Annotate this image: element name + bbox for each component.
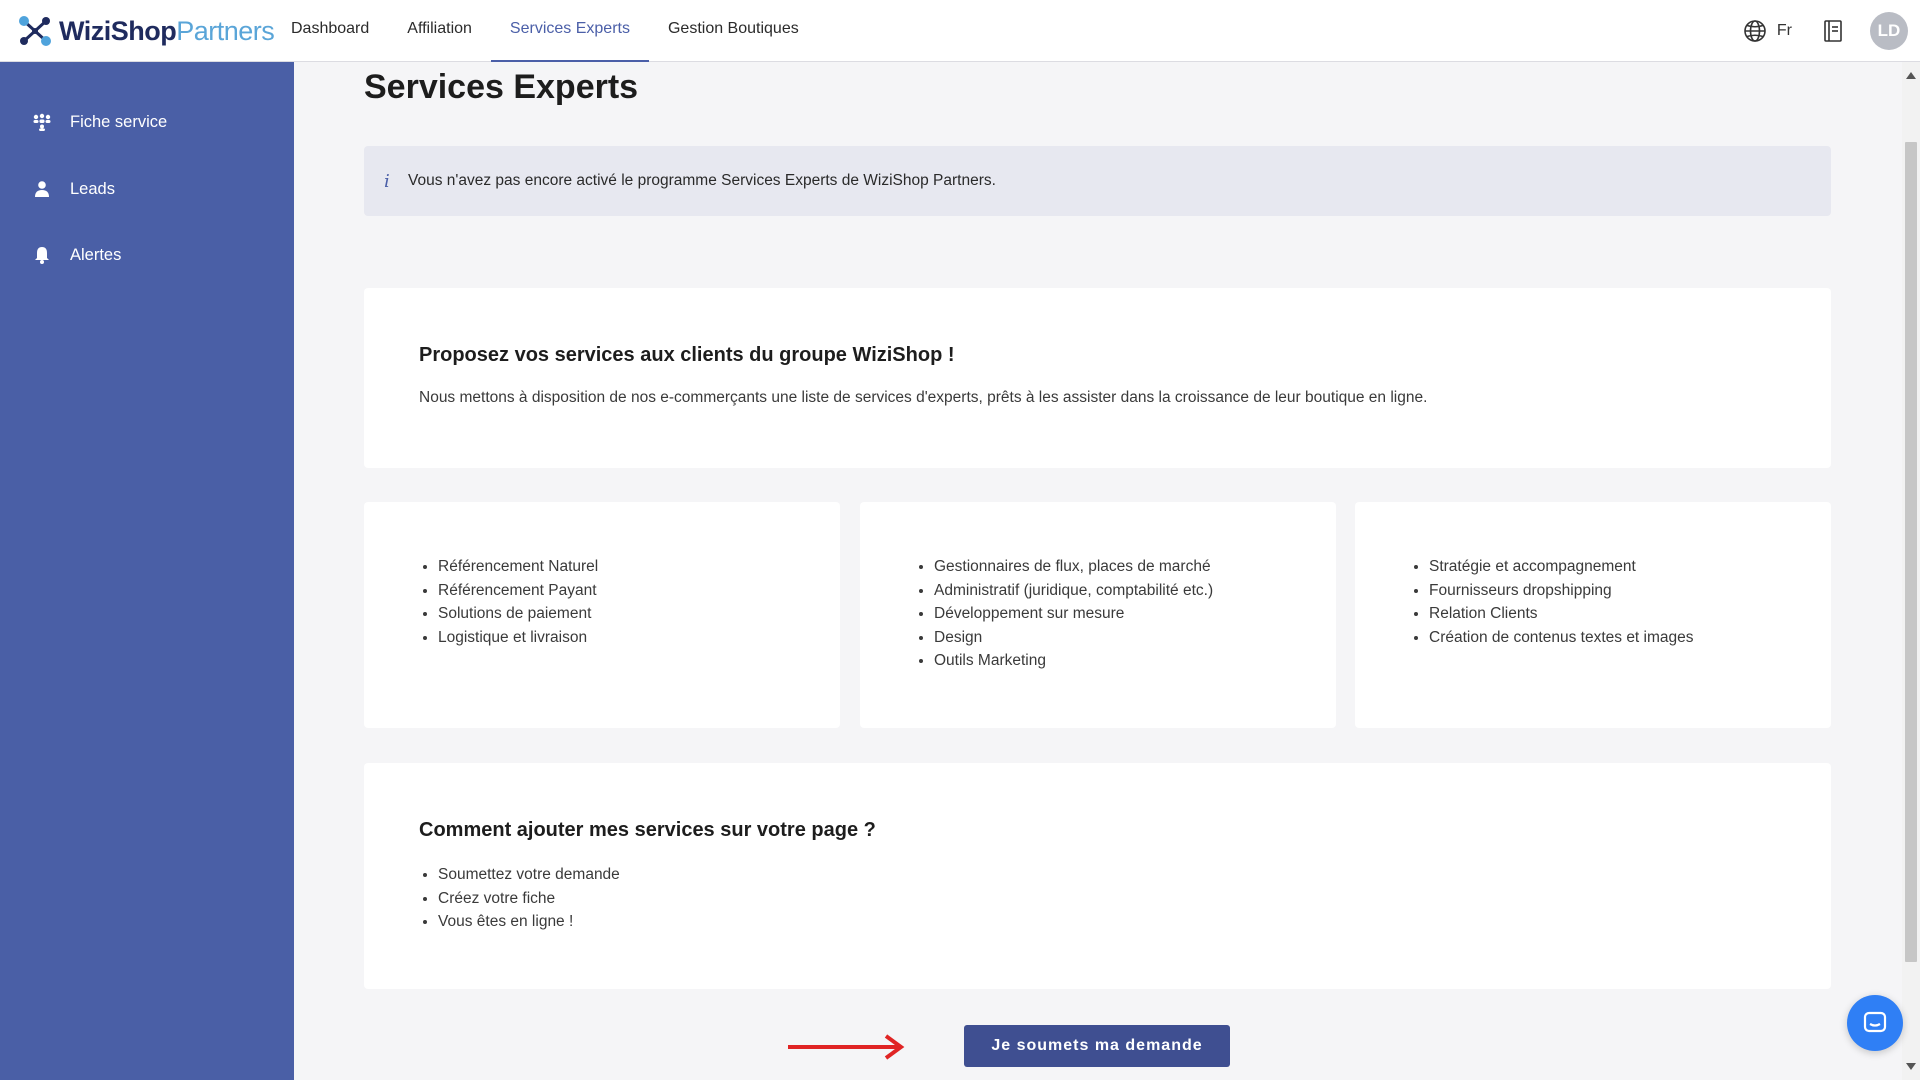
- nav-services-experts[interactable]: Services Experts: [490, 0, 649, 62]
- chat-launcher-button[interactable]: [1847, 995, 1903, 1051]
- howto-steps: Soumettez votre demande Créez votre fich…: [419, 863, 620, 934]
- main-nav: Dashboard Affiliation Services Experts G…: [272, 0, 818, 62]
- howto-card: Comment ajouter mes services sur votre p…: [364, 763, 1831, 989]
- sidebar-item-fiche-service[interactable]: Fiche service: [32, 107, 167, 137]
- page-scrollbar[interactable]: [1902, 62, 1920, 1080]
- scroll-down-arrow-icon[interactable]: [1906, 1063, 1916, 1070]
- list-item: Gestionnaires de flux, places de marché: [934, 555, 1213, 579]
- documentation-icon[interactable]: [1822, 19, 1844, 43]
- main-content: Services Experts i Vous n'avez pas encor…: [294, 62, 1902, 1080]
- list-item: Créez votre fiche: [438, 887, 620, 911]
- list-item: Design: [934, 626, 1213, 650]
- services-list-3: Stratégie et accompagnement Fournisseurs…: [1410, 555, 1694, 649]
- page-title: Services Experts: [364, 68, 639, 106]
- services-list-1: Référencement Naturel Référencement Paya…: [419, 555, 598, 649]
- nav-gestion-boutiques[interactable]: Gestion Boutiques: [649, 0, 818, 62]
- users-network-icon: [33, 113, 51, 131]
- info-banner: i Vous n'avez pas encore activé le progr…: [364, 146, 1831, 216]
- nav-affiliation[interactable]: Affiliation: [388, 0, 491, 62]
- globe-icon[interactable]: [1743, 19, 1767, 43]
- list-item: Création de contenus textes et images: [1429, 626, 1694, 650]
- list-item: Stratégie et accompagnement: [1429, 555, 1694, 579]
- nav-dashboard[interactable]: Dashboard: [272, 0, 388, 62]
- list-item: Outils Marketing: [934, 649, 1213, 673]
- sidebar: Fiche service Leads Alertes: [0, 62, 294, 1080]
- red-arrow-annotation: [788, 1034, 905, 1060]
- sidebar-item-alertes[interactable]: Alertes: [32, 240, 121, 270]
- chat-icon: [1863, 1011, 1887, 1033]
- list-item: Fournisseurs dropshipping: [1429, 579, 1694, 603]
- logo-suffix: Partners: [176, 15, 275, 46]
- info-icon: i: [384, 170, 390, 192]
- top-bar: WiziShopPartners Dashboard Affiliation S…: [0, 0, 1920, 62]
- sidebar-item-label: Fiche service: [70, 112, 168, 131]
- logo-brand: WiziShop: [59, 15, 177, 46]
- sidebar-item-label: Alertes: [70, 245, 122, 264]
- user-avatar[interactable]: LD: [1870, 12, 1908, 50]
- person-icon: [35, 181, 49, 197]
- bell-icon: [35, 247, 49, 264]
- submit-request-button[interactable]: Je soumets ma demande: [964, 1025, 1230, 1067]
- language-selector[interactable]: Fr: [1777, 22, 1792, 40]
- list-item: Développement sur mesure: [934, 602, 1213, 626]
- list-item: Référencement Naturel: [438, 555, 598, 579]
- howto-heading: Comment ajouter mes services sur votre p…: [419, 819, 876, 841]
- services-list-2: Gestionnaires de flux, places de marché …: [915, 555, 1213, 673]
- intro-text: Nous mettons à disposition de nos e-comm…: [419, 389, 1428, 406]
- intro-heading: Proposez vos services aux clients du gro…: [419, 344, 955, 366]
- list-item: Logistique et livraison: [438, 626, 598, 650]
- sidebar-item-label: Leads: [70, 179, 115, 198]
- info-text: Vous n'avez pas encore activé le program…: [408, 172, 996, 189]
- intro-card: Proposez vos services aux clients du gro…: [364, 288, 1831, 468]
- logo-text: WiziShopPartners: [59, 15, 275, 47]
- services-card-3: Stratégie et accompagnement Fournisseurs…: [1355, 502, 1831, 728]
- services-card-2: Gestionnaires de flux, places de marché …: [860, 502, 1336, 728]
- sidebar-item-leads[interactable]: Leads: [32, 174, 115, 204]
- services-card-1: Référencement Naturel Référencement Paya…: [364, 502, 840, 728]
- logo-mark-icon: [19, 16, 51, 46]
- list-item: Soumettez votre demande: [438, 863, 620, 887]
- list-item: Vous êtes en ligne !: [438, 910, 620, 934]
- list-item: Administratif (juridique, comptabilité e…: [934, 579, 1213, 603]
- scroll-up-arrow-icon[interactable]: [1906, 72, 1916, 79]
- list-item: Relation Clients: [1429, 602, 1694, 626]
- list-item: Référencement Payant: [438, 579, 598, 603]
- logo[interactable]: WiziShopPartners: [17, 12, 275, 50]
- scroll-thumb[interactable]: [1905, 142, 1917, 962]
- list-item: Solutions de paiement: [438, 602, 598, 626]
- header-actions: Fr LD: [1743, 0, 1908, 62]
